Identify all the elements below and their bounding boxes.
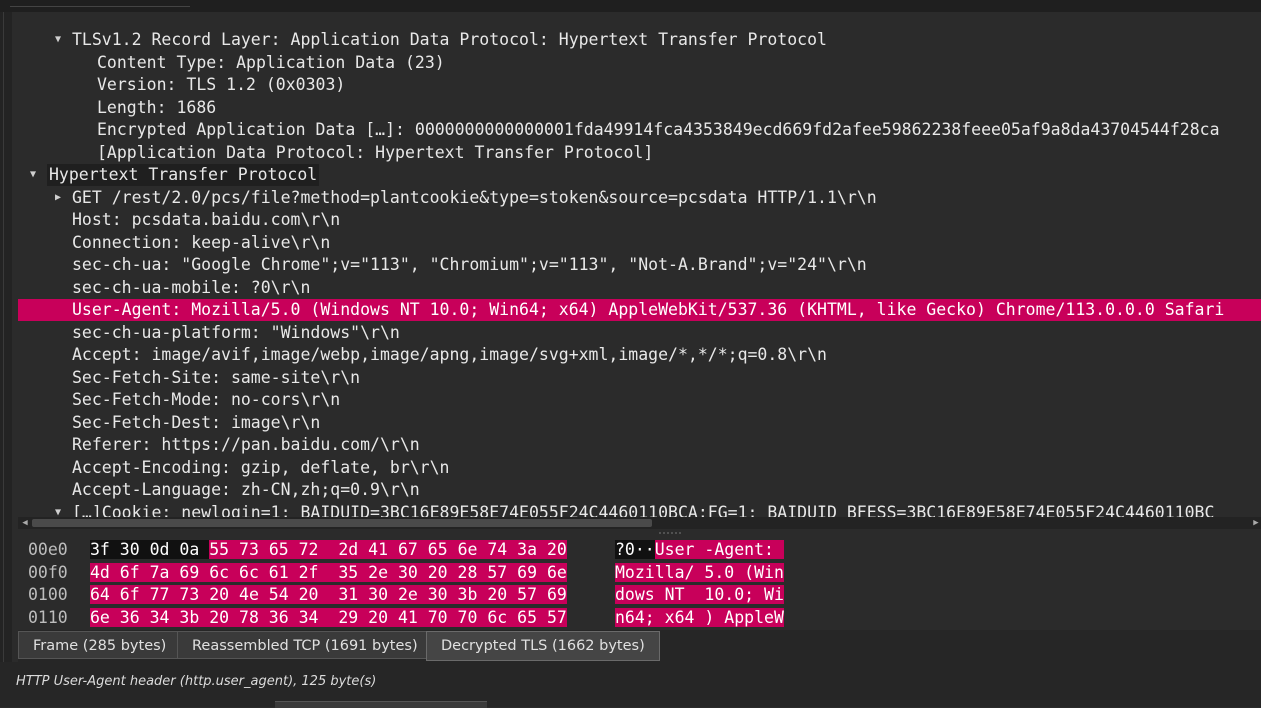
tree-row[interactable]: Accept-Language: zh-CN,zh;q=0.9\r\n <box>18 479 1261 501</box>
ascii-selected[interactable]: n64; x64 ) AppleW <box>615 607 784 627</box>
byte-offset: 0100 <box>28 585 68 604</box>
ascii-bytes[interactable]: Mozilla/ 5.0 (Win <box>615 562 784 584</box>
tree-row-label: Host: pcsdata.baidu.com\r\n <box>72 210 341 229</box>
expand-down-arrow-icon[interactable]: ▼ <box>52 502 64 518</box>
tree-row[interactable]: Sec-Fetch-Site: same-site\r\n <box>18 367 1261 389</box>
tree-row-label: Accept: image/avif,image/webp,image/apng… <box>72 345 827 364</box>
ascii-selected[interactable]: User -Agent: <box>654 540 784 559</box>
scrollbar-thumb[interactable] <box>32 519 652 527</box>
tree-row-label: Sec-Fetch-Dest: image\r\n <box>72 412 321 432</box>
splitter-grip-icon[interactable] <box>658 532 682 534</box>
expand-down-arrow-icon[interactable]: ▼ <box>27 164 39 186</box>
ascii-unselected[interactable]: ?0·· <box>615 540 655 559</box>
tree-row[interactable]: Referer: https://pan.baidu.com/\r\n <box>18 434 1261 456</box>
tree-row[interactable]: ▼ TLSv1.2 Record Layer: Application Data … <box>18 29 1261 51</box>
hex-selected[interactable]: 64 6f 77 73 20 4e 54 20 31 30 2e 30 3b 2… <box>90 585 567 604</box>
bytes-tab-2[interactable]: Decrypted TLS (1662 bytes) <box>426 631 660 661</box>
byte-offset: 0110 <box>28 607 68 627</box>
tree-row[interactable]: ▼ […]Cookie: newlogin=1; BAIDUID=3BC16E89… <box>18 502 1261 518</box>
hex-bytes[interactable]: 4d 6f 7a 69 6c 6c 61 2f 35 2e 30 20 28 5… <box>90 562 567 584</box>
tree-row-label: Hypertext Transfer Protocol <box>47 164 320 186</box>
byte-offset: 00e0 <box>28 540 68 559</box>
tree-row[interactable]: Accept-Encoding: gzip, deflate, br\r\n <box>18 457 1261 479</box>
tree-row-label: Encrypted Application Data […]: 00000000… <box>97 120 1220 139</box>
scroll-right-arrow-icon[interactable]: ▶ <box>1251 517 1261 529</box>
bytes-row[interactable]: 00e0 3f 30 0d 0a 55 73 65 72 2d 41 67 65 … <box>18 539 1261 561</box>
hex-bytes[interactable]: 6e 36 34 3b 20 78 36 34 29 20 41 70 70 6… <box>90 607 567 629</box>
tree-row-label: sec-ch-ua-platform: "Windows"\r\n <box>72 322 400 342</box>
packet-details-pane[interactable]: ▼ TLSv1.2 Record Layer: Application Data … <box>18 29 1261 517</box>
hex-bytes[interactable]: 3f 30 0d 0a 55 73 65 72 2d 41 67 65 6e 7… <box>90 539 567 561</box>
tree-row-label: Version: TLS 1.2 (0x0303) <box>97 75 346 94</box>
tree-row-label: Referer: https://pan.baidu.com/\r\n <box>72 435 420 454</box>
bytes-tab-0[interactable]: Frame (285 bytes) <box>18 631 182 659</box>
bytes-row[interactable]: 00f0 4d 6f 7a 69 6c 6c 61 2f 35 2e 30 20 … <box>18 562 1261 584</box>
window-tab-edge <box>10 0 190 7</box>
expand-right-arrow-icon[interactable]: ▶ <box>52 187 64 209</box>
bytes-tab-bar: Frame (285 bytes) Reassembled TCP (1691 b… <box>18 630 1261 662</box>
hex-selected[interactable]: 6e 36 34 3b 20 78 36 34 29 20 41 70 70 6… <box>90 607 567 627</box>
tree-row[interactable]: Accept: image/avif,image/webp,image/apng… <box>18 344 1261 366</box>
left-edge-rule <box>3 12 4 707</box>
tree-row[interactable]: Content Type: Application Data (23) <box>18 52 1261 74</box>
tree-row-label: Sec-Fetch-Mode: no-cors\r\n <box>72 390 341 409</box>
tree-row-selected[interactable]: User-Agent: Mozilla/5.0 (Windows NT 10.0… <box>18 299 1261 321</box>
bytes-row[interactable]: 0110 6e 36 34 3b 20 78 36 34 29 20 41 70 … <box>18 607 1261 629</box>
tree-row[interactable]: [Application Data Protocol: Hypertext Tr… <box>18 142 1261 164</box>
tree-row-label: TLSv1.2 Record Layer: Application Data P… <box>72 30 827 49</box>
window-top-edge <box>0 0 1261 12</box>
expand-down-arrow-icon[interactable]: ▼ <box>52 29 64 51</box>
packet-bytes-pane[interactable]: 00e0 3f 30 0d 0a 55 73 65 72 2d 41 67 65 … <box>18 538 1261 628</box>
bytes-tab-1[interactable]: Reassembled TCP (1691 bytes) <box>177 631 433 659</box>
tree-row-label: GET /rest/2.0/pcs/file?method=plantcooki… <box>72 187 877 207</box>
details-horizontal-scrollbar[interactable]: ◀ ▶ <box>18 517 1261 529</box>
status-bar: HTTP User-Agent header (http.user_agent)… <box>0 662 1261 708</box>
tree-row-label: [Application Data Protocol: Hypertext Tr… <box>97 142 654 162</box>
tree-row[interactable]: Connection: keep-alive\r\n <box>18 232 1261 254</box>
ascii-bytes[interactable]: dows NT 10.0; Wi <box>615 584 784 606</box>
tree-row-label: Sec-Fetch-Site: same-site\r\n <box>72 367 361 387</box>
tree-row[interactable]: ▼ Hypertext Transfer Protocol <box>18 164 1261 186</box>
hex-selected[interactable]: 4d 6f 7a 69 6c 6c 61 2f 35 2e 30 20 28 5… <box>90 562 567 582</box>
hex-unselected[interactable]: 3f 30 0d 0a <box>90 540 210 559</box>
ascii-selected[interactable]: Mozilla/ 5.0 (Win <box>615 562 784 582</box>
ascii-bytes[interactable]: ?0··User -Agent: <box>615 539 784 561</box>
tree-row-label: Content Type: Application Data (23) <box>97 52 445 72</box>
ascii-selected[interactable]: dows NT 10.0; Wi <box>615 585 784 604</box>
tree-row-label: User-Agent: Mozilla/5.0 (Windows NT 10.0… <box>72 300 1225 319</box>
tree-row[interactable]: ▶ GET /rest/2.0/pcs/file?method=plantcook… <box>18 187 1261 209</box>
tree-row[interactable]: sec-ch-ua: "Google Chrome";v="113", "Chr… <box>18 254 1261 276</box>
tree-row[interactable]: Version: TLS 1.2 (0x0303) <box>18 74 1261 96</box>
tree-row[interactable]: Encrypted Application Data […]: 00000000… <box>18 119 1261 141</box>
hex-selected[interactable]: 55 73 65 72 2d 41 67 65 6e 74 3a 20 <box>209 540 567 559</box>
tree-row[interactable]: Host: pcsdata.baidu.com\r\n <box>18 209 1261 231</box>
tree-row-label: Connection: keep-alive\r\n <box>72 232 331 252</box>
bytes-row[interactable]: 0100 64 6f 77 73 20 4e 54 20 31 30 2e 30 … <box>18 584 1261 606</box>
tree-row-label: Length: 1686 <box>97 97 217 117</box>
tree-row-label: Accept-Encoding: gzip, deflate, br\r\n <box>72 457 450 477</box>
tree-row[interactable]: sec-ch-ua-mobile: ?0\r\n <box>18 277 1261 299</box>
byte-offset: 00f0 <box>28 562 68 582</box>
tree-row-label: sec-ch-ua-mobile: ?0\r\n <box>72 277 311 297</box>
tree-row[interactable]: Length: 1686 <box>18 97 1261 119</box>
tree-row-label: sec-ch-ua: "Google Chrome";v="113", "Chr… <box>72 255 867 274</box>
tree-row-label: Accept-Language: zh-CN,zh;q=0.9\r\n <box>72 480 420 499</box>
scroll-left-arrow-icon[interactable]: ◀ <box>20 517 30 529</box>
pane-splitter[interactable] <box>18 529 1261 537</box>
tree-row[interactable]: Sec-Fetch-Mode: no-cors\r\n <box>18 389 1261 411</box>
tree-row[interactable]: sec-ch-ua-platform: "Windows"\r\n <box>18 322 1261 344</box>
hex-bytes[interactable]: 64 6f 77 73 20 4e 54 20 31 30 2e 30 3b 2… <box>90 584 567 606</box>
tree-row[interactable]: Sec-Fetch-Dest: image\r\n <box>18 412 1261 434</box>
left-edge <box>0 12 12 707</box>
tree-row-label: […]Cookie: newlogin=1; BAIDUID=3BC16E89E… <box>72 502 1215 518</box>
ascii-bytes[interactable]: n64; x64 ) AppleW <box>615 607 784 629</box>
status-text: HTTP User-Agent header (http.user_agent)… <box>16 674 377 689</box>
